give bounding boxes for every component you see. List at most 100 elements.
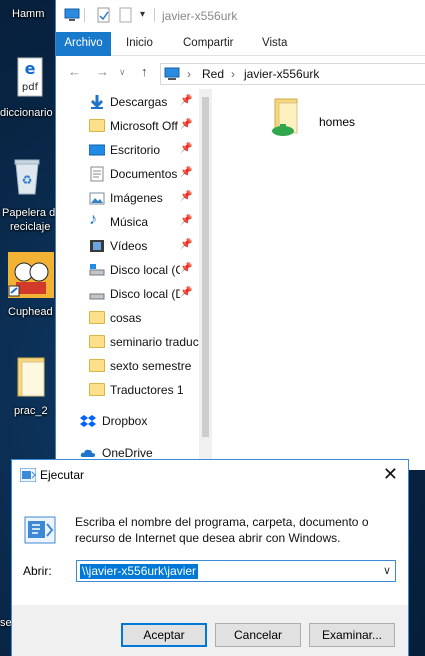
- cuphead-icon: [8, 252, 54, 298]
- pin-icon[interactable]: 📌: [180, 191, 192, 202]
- desktop-icon-label: Papelera de: [2, 207, 62, 219]
- pin-icon[interactable]: 📌: [180, 287, 192, 298]
- folder-icon: [89, 310, 105, 326]
- desktop-icon-recycle-bin[interactable]: ♻ Papelera de reciclaje: [0, 150, 61, 235]
- address-bar[interactable]: › Red › javier-x556urk: [160, 63, 425, 85]
- pin-icon[interactable]: 📌: [180, 263, 192, 274]
- tab-vista[interactable]: Vista: [262, 32, 287, 56]
- nav-item-documentos[interactable]: Documentos 📌: [80, 162, 210, 186]
- recycle-bin-icon: ♻: [12, 156, 42, 196]
- nav-item-cosas[interactable]: cosas: [80, 306, 210, 330]
- nav-item-label: OneDrive: [102, 446, 153, 460]
- browse-button[interactable]: Examinar...: [309, 623, 395, 647]
- nav-item-microsoft-office[interactable]: Microsoft Off 📌: [80, 114, 210, 138]
- window-title: javier-x556urk: [162, 9, 238, 23]
- desktop-icon-label: Cuphead: [8, 306, 53, 318]
- nav-item-label: Microsoft Off: [110, 119, 178, 133]
- desktop-icon-cuphead[interactable]: Cuphead: [0, 250, 55, 320]
- open-combobox[interactable]: \\javier-x556urk\javier ∨: [76, 560, 396, 582]
- nav-item-label: Dropbox: [102, 414, 148, 428]
- dropbox-icon: [80, 413, 96, 429]
- title-bar[interactable]: ▾ javier-x556urk: [56, 0, 425, 32]
- nav-item-disco-c[interactable]: Disco local (C 📌: [80, 258, 210, 282]
- nav-item-seminario[interactable]: seminario traduc: [80, 330, 210, 354]
- shared-folder-item[interactable]: homes: [269, 97, 389, 145]
- navigation-scrollbar[interactable]: [199, 89, 212, 470]
- file-explorer-window[interactable]: ▾ javier-x556urk Archivo Inicio Comparti…: [55, 0, 425, 470]
- pdf-edge-icon: e pdf: [17, 56, 43, 98]
- tab-archivo[interactable]: Archivo: [56, 32, 111, 56]
- nav-item-label: Descargas: [110, 95, 168, 109]
- scrollbar-thumb[interactable]: [202, 97, 209, 437]
- run-dialog[interactable]: Ejecutar ✕ Escriba el nombre del program…: [11, 459, 409, 656]
- address-row: ← → ∨ ↑ › Red › javier-x556urk: [56, 57, 425, 89]
- folder-icon: [16, 354, 48, 398]
- tab-compartir[interactable]: Compartir: [183, 32, 233, 56]
- run-dialog-title-bar[interactable]: Ejecutar ✕: [12, 460, 408, 490]
- nav-item-escritorio[interactable]: Escritorio 📌: [80, 138, 210, 162]
- nav-item-label: seminario traduc: [110, 335, 199, 349]
- open-label: Abrir:: [23, 564, 52, 578]
- pin-icon[interactable]: 📌: [180, 215, 192, 226]
- desktop-icon-label: diccionario: [0, 107, 53, 119]
- nav-item-videos[interactable]: Vídeos 📌: [80, 234, 210, 258]
- up-arrow-icon[interactable]: ↑: [141, 64, 148, 79]
- nav-item-imagenes[interactable]: Imágenes 📌: [80, 186, 210, 210]
- pin-icon[interactable]: 📌: [180, 143, 192, 154]
- svg-text:♻: ♻: [22, 173, 33, 187]
- breadcrumb-separator: ›: [187, 67, 191, 81]
- pin-icon[interactable]: 📌: [180, 239, 192, 250]
- desktop-icon-prac-2[interactable]: prac_2: [0, 350, 55, 420]
- music-icon: ♪: [89, 211, 97, 228]
- recent-locations-icon[interactable]: ∨: [119, 67, 126, 78]
- open-input-value[interactable]: \\javier-x556urk\javier: [80, 564, 199, 579]
- run-dialog-title: Ejecutar: [40, 468, 85, 482]
- forward-arrow-icon[interactable]: →: [96, 64, 109, 79]
- folder-icon: [89, 382, 105, 398]
- nav-item-label: Documentos: [110, 167, 178, 181]
- nav-item-label: Imágenes: [110, 191, 163, 205]
- network-icon: [164, 67, 180, 84]
- ribbon-tabs: Archivo Inicio Compartir Vista: [56, 32, 425, 56]
- breadcrumb-item-red[interactable]: Red: [202, 67, 224, 81]
- navigation-pane: Descargas 📌 Microsoft Off 📌 Escritorio 📌…: [80, 89, 210, 470]
- close-icon[interactable]: ✕: [383, 464, 398, 485]
- tab-inicio[interactable]: Inicio: [126, 32, 153, 56]
- nav-item-label: cosas: [110, 311, 142, 325]
- nav-item-dropbox[interactable]: Dropbox: [80, 409, 210, 433]
- new-folder-icon[interactable]: [118, 7, 134, 23]
- drive-icon: [89, 286, 105, 302]
- nav-item-label: Disco local (D: [110, 287, 185, 301]
- desktop-icon-label: se: [0, 617, 12, 629]
- pictures-icon: [89, 190, 105, 206]
- pin-icon[interactable]: 📌: [180, 119, 192, 130]
- breadcrumb-item-host[interactable]: javier-x556urk: [244, 67, 319, 81]
- content-area: homes: [214, 89, 425, 470]
- download-icon: [89, 94, 105, 110]
- pin-icon[interactable]: 📌: [180, 95, 192, 106]
- svg-text:e: e: [25, 59, 36, 78]
- properties-icon[interactable]: [96, 7, 112, 23]
- shared-folder-icon: [269, 97, 301, 142]
- nav-item-traductores[interactable]: Traductores 1: [80, 378, 210, 402]
- folder-icon: [89, 118, 105, 134]
- run-app-icon: [19, 467, 37, 485]
- nav-item-disco-d[interactable]: Disco local (D 📌: [80, 282, 210, 306]
- desktop-icon-diccionario[interactable]: e pdf diccionario: [0, 52, 55, 122]
- nav-item-sexto-semestre[interactable]: sexto semestre: [80, 354, 210, 378]
- pin-icon[interactable]: 📌: [180, 167, 192, 178]
- folder-icon: [89, 358, 105, 374]
- nav-item-musica[interactable]: ♪ Música 📌: [80, 210, 210, 234]
- desktop-icon-label: prac_2: [14, 405, 48, 417]
- desktop-icon-label: Hamm: [12, 8, 45, 20]
- drive-icon: [89, 262, 105, 278]
- desktop-icon-hamm[interactable]: Hamm: [0, 0, 55, 26]
- nav-item-label: Disco local (C: [110, 263, 185, 277]
- nav-item-descargas[interactable]: Descargas 📌: [80, 90, 210, 114]
- nav-item-label: Traductores 1: [110, 383, 184, 397]
- breadcrumb-separator: ›: [231, 67, 235, 81]
- back-arrow-icon[interactable]: ←: [68, 64, 81, 79]
- cancel-button[interactable]: Cancelar: [215, 623, 301, 647]
- chevron-down-icon[interactable]: ∨: [383, 564, 391, 577]
- ok-button[interactable]: Aceptar: [121, 623, 207, 647]
